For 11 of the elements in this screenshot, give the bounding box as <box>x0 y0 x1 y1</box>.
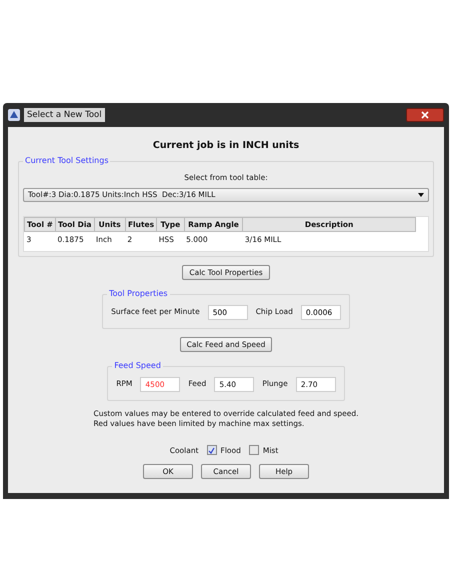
window-title: Select a New Tool <box>24 108 105 122</box>
checkbox[interactable] <box>206 445 217 456</box>
dropdown-arrow-icon <box>418 192 424 196</box>
app-icon <box>8 109 20 121</box>
group-legend: Tool Properties <box>107 288 170 300</box>
checkbox[interactable] <box>248 445 259 456</box>
close-icon <box>421 111 429 119</box>
group-legend: Feed Speed <box>112 360 163 372</box>
group-legend: Current Tool Settings <box>23 155 110 168</box>
close-button[interactable] <box>406 108 444 122</box>
dialog-heading: Current job is in INCH units <box>152 139 300 153</box>
